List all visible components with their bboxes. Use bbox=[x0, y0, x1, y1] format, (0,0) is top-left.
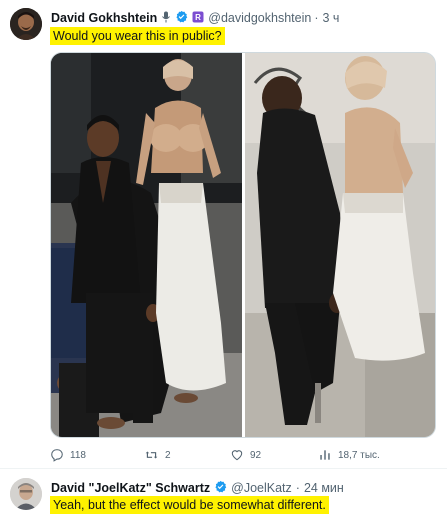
reply-text: Yeah, but the effect would be somewhat d… bbox=[50, 496, 329, 514]
reply-count: 118 bbox=[70, 449, 86, 461]
views-count: 18,7 тыс. bbox=[338, 449, 380, 461]
author-handle[interactable]: @davidgokhshtein bbox=[208, 11, 311, 25]
retweet-count: 2 bbox=[165, 449, 171, 461]
photo-right[interactable] bbox=[245, 53, 435, 437]
reply-author-avatar[interactable] bbox=[10, 478, 42, 510]
separator: · bbox=[314, 11, 319, 25]
divider bbox=[0, 468, 447, 469]
photo-left[interactable] bbox=[51, 53, 242, 437]
tweet-header: David Gokhshtein R @davidgokhshtein · 3 … bbox=[51, 9, 339, 27]
reply-header: David "JoelKatz" Schwartz @JoelKatz · 24… bbox=[51, 479, 344, 497]
author-name[interactable]: David Gokhshtein bbox=[51, 11, 157, 25]
views-action[interactable]: 18,7 тыс. bbox=[318, 446, 380, 464]
views-icon bbox=[320, 450, 330, 460]
reply-icon bbox=[51, 449, 63, 462]
reply-action[interactable]: 118 bbox=[50, 446, 86, 464]
like-action[interactable]: 92 bbox=[230, 446, 261, 464]
separator: · bbox=[295, 481, 300, 495]
tweet-time[interactable]: 3 ч bbox=[323, 11, 340, 25]
retweet-icon bbox=[145, 451, 158, 459]
tweet-text: Would you wear this in public? bbox=[50, 27, 225, 45]
like-count: 92 bbox=[250, 449, 262, 461]
reply-author-handle[interactable]: @JoelKatz bbox=[231, 481, 292, 495]
microphone-icon bbox=[161, 11, 171, 26]
reply-author-name[interactable]: David "JoelKatz" Schwartz bbox=[51, 481, 210, 495]
verified-badge-icon[interactable] bbox=[214, 480, 227, 496]
tweet-actions: 118 2 92 18,7 тыс. bbox=[50, 446, 436, 464]
affiliate-badge-icon[interactable]: R bbox=[192, 11, 204, 26]
reply-time[interactable]: 24 мин bbox=[304, 481, 344, 495]
tweet: David Gokhshtein R @davidgokhshtein · 3 … bbox=[0, 0, 447, 462]
retweet-action[interactable]: 2 bbox=[144, 446, 171, 464]
media-grid[interactable] bbox=[50, 52, 436, 438]
svg-text:R: R bbox=[195, 13, 201, 22]
verified-badge-icon[interactable] bbox=[175, 10, 188, 26]
author-avatar[interactable] bbox=[10, 8, 42, 40]
like-icon bbox=[231, 450, 243, 461]
